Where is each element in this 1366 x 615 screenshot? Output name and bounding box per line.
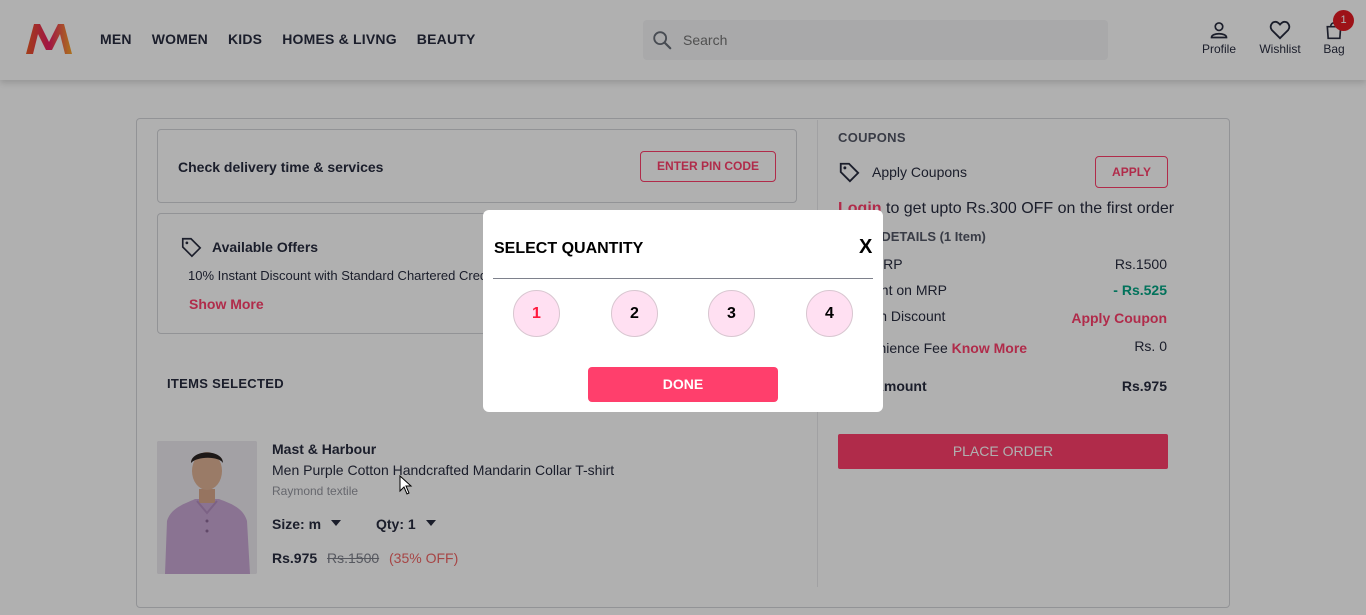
- qty-option-1[interactable]: 1: [513, 290, 560, 337]
- mouse-cursor-icon: [399, 475, 413, 495]
- close-button[interactable]: X: [859, 236, 872, 259]
- select-quantity-modal: SELECT QUANTITY X 1 2 3 4 DONE: [483, 210, 883, 412]
- qty-option-2[interactable]: 2: [611, 290, 658, 337]
- qty-option-4[interactable]: 4: [806, 290, 853, 337]
- qty-option-3[interactable]: 3: [708, 290, 755, 337]
- modal-title: SELECT QUANTITY: [494, 240, 644, 257]
- modal-divider: [493, 278, 873, 279]
- done-button[interactable]: DONE: [588, 367, 778, 402]
